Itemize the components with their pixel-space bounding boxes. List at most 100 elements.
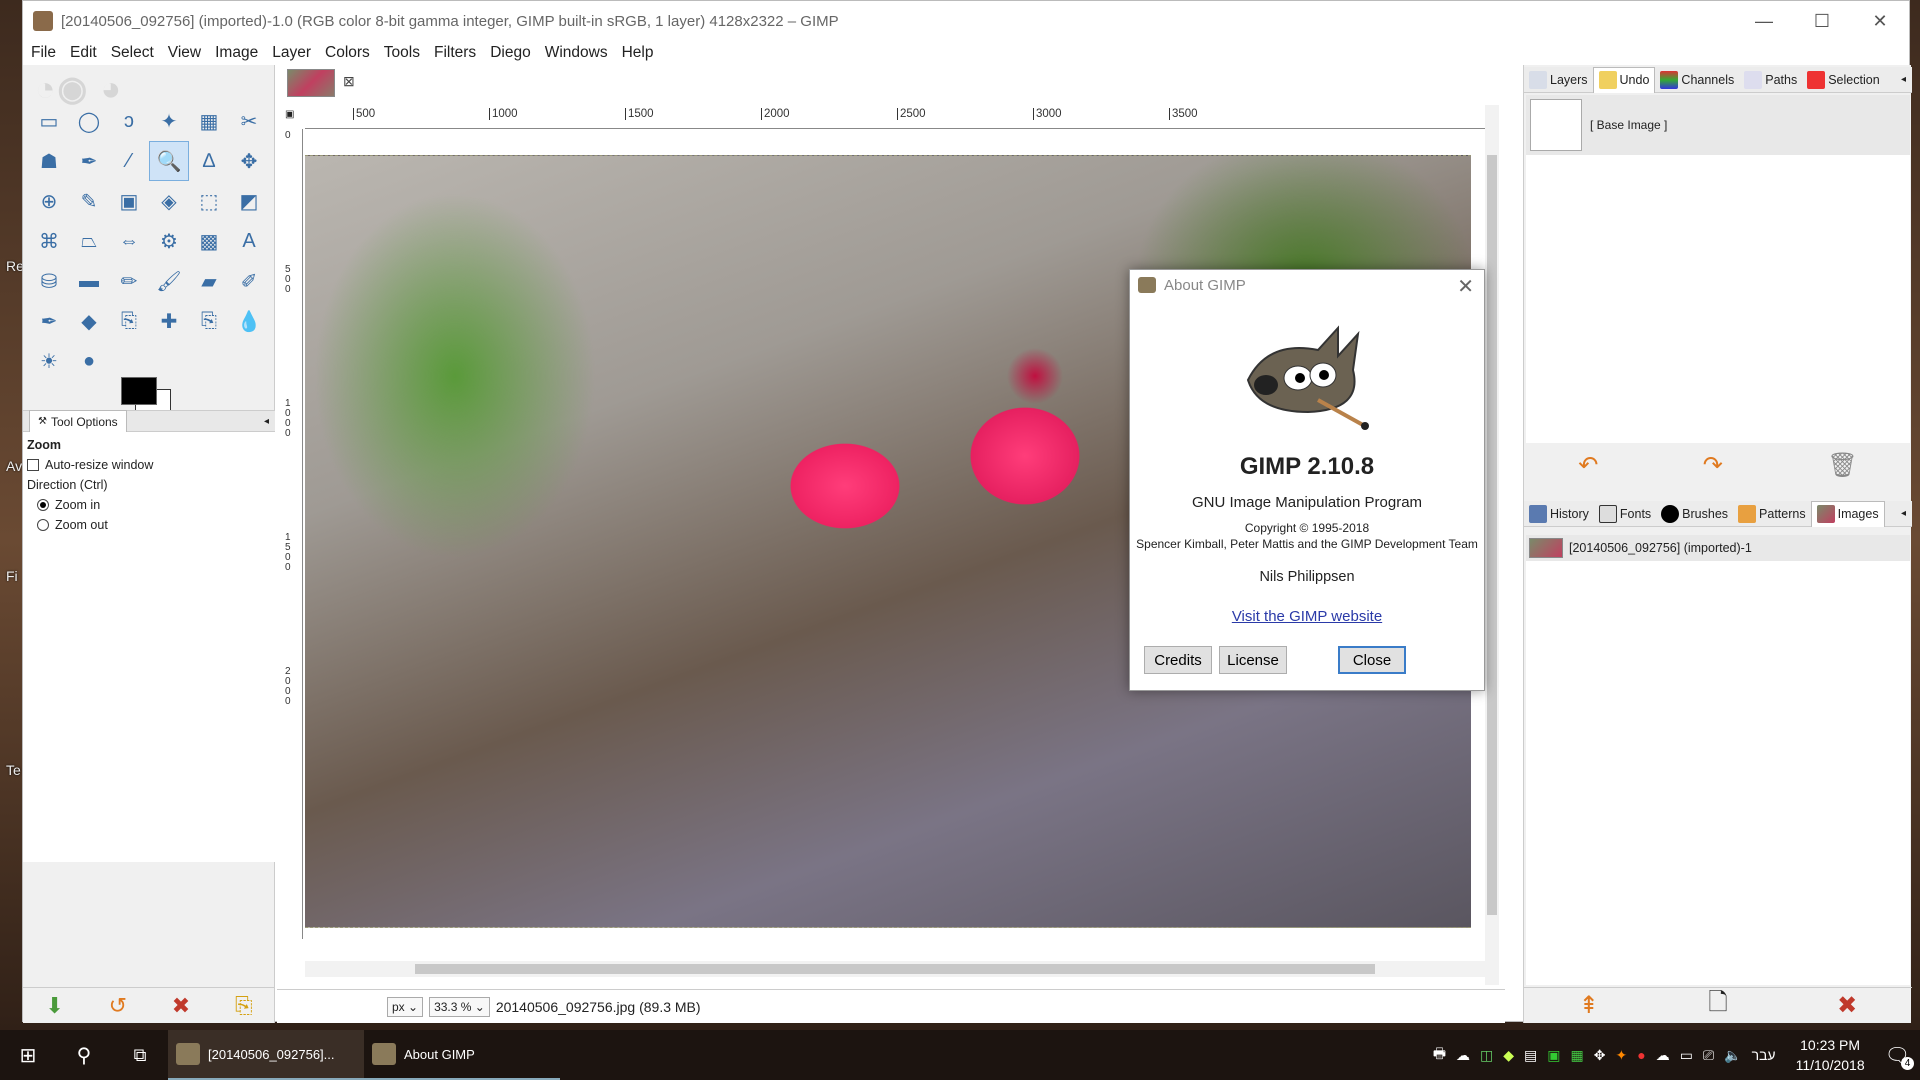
auto-resize-checkbox[interactable]: Auto-resize window xyxy=(27,458,271,472)
tool-crop-icon[interactable]: ✎ xyxy=(69,181,109,221)
menu-select[interactable]: Select xyxy=(111,44,154,62)
credits-button[interactable]: Credits xyxy=(1144,646,1212,674)
maximize-button[interactable]: ☐ xyxy=(1793,1,1851,41)
menu-diego[interactable]: Diego xyxy=(490,44,531,62)
delete-options-icon[interactable]: ✖ xyxy=(172,993,190,1019)
tool-shear-icon[interactable]: ◩ xyxy=(229,181,269,221)
tab-paths[interactable]: Paths xyxy=(1739,67,1802,93)
tab-channels[interactable]: Channels xyxy=(1655,67,1739,93)
tool-unified-transform-icon[interactable]: ▣ xyxy=(109,181,149,221)
clock[interactable]: 10:23 PM 11/10/2018 xyxy=(1796,1035,1865,1075)
hscroll-thumb[interactable] xyxy=(415,964,1375,974)
title-bar[interactable]: [20140506_092756] (imported)-1.0 (RGB co… xyxy=(23,1,1909,41)
close-dialog-icon[interactable]: ✕ xyxy=(1457,274,1474,299)
dock-menu-icon[interactable]: ◂ xyxy=(1901,74,1906,85)
foreground-color-swatch[interactable] xyxy=(121,377,157,405)
task-view-icon[interactable]: ⧉ xyxy=(112,1030,168,1080)
radio-off-icon[interactable] xyxy=(37,519,49,531)
tool-text-icon[interactable]: A xyxy=(229,221,269,261)
tool-mypaint-brush-icon[interactable]: ◆ xyxy=(69,301,109,341)
vscroll-thumb[interactable] xyxy=(1487,155,1497,915)
close-window-button[interactable]: ✕ xyxy=(1851,1,1909,41)
tool-paintbrush-icon[interactable]: 🖌 xyxy=(149,261,189,301)
menu-filters[interactable]: Filters xyxy=(434,44,476,62)
horizontal-scrollbar[interactable] xyxy=(305,961,1485,977)
tab-patterns[interactable]: Patterns xyxy=(1733,501,1811,527)
zoom-out-radio[interactable]: Zoom out xyxy=(27,518,271,532)
tool-zoom-icon[interactable]: 🔍 xyxy=(149,141,189,181)
antivirus-icon[interactable]: ● xyxy=(1637,1047,1645,1063)
minimize-button[interactable]: — xyxy=(1735,1,1793,41)
tool-perspective-clone-icon[interactable]: ⎘ xyxy=(189,301,229,341)
horizontal-ruler[interactable]: 500 1000 1500 2000 2500 3000 3500 xyxy=(305,105,1499,129)
taskbar-item-about[interactable]: About GIMP xyxy=(364,1030,560,1080)
tool-airbrush-icon[interactable]: ✐ xyxy=(229,261,269,301)
desktop-label[interactable]: Te xyxy=(6,762,21,778)
tab-brushes[interactable]: Brushes xyxy=(1656,501,1733,527)
tab-history[interactable]: History xyxy=(1524,501,1594,527)
dock-menu-icon[interactable]: ◂ xyxy=(1901,508,1906,519)
tool-blend-icon[interactable]: ▬ xyxy=(69,261,109,301)
tool-scale-icon[interactable]: ⬚ xyxy=(189,181,229,221)
tool-align-icon[interactable]: ⊕ xyxy=(29,181,69,221)
search-icon[interactable]: ⚲ xyxy=(56,1030,112,1080)
menu-tools[interactable]: Tools xyxy=(384,44,420,62)
tool-measure-icon[interactable]: ∆ xyxy=(189,141,229,181)
nvidia-icon[interactable]: ▣ xyxy=(1547,1047,1560,1064)
tool-foreground-select-icon[interactable]: ☗ xyxy=(29,141,69,181)
dropbox-icon[interactable]: ✥ xyxy=(1594,1047,1606,1064)
undo-item[interactable]: [ Base Image ] xyxy=(1526,95,1910,155)
clear-history-icon[interactable]: 🗑 xyxy=(1827,451,1857,480)
zoom-in-radio[interactable]: Zoom in xyxy=(27,498,271,512)
tool-ink-icon[interactable]: ✒ xyxy=(29,301,69,341)
image-list-item[interactable]: [20140506_092756] (imported)-1 xyxy=(1526,535,1910,561)
battery-icon[interactable]: ▭ xyxy=(1680,1047,1693,1064)
menu-layer[interactable]: Layer xyxy=(272,44,311,62)
tool-dodge-burn-icon[interactable]: ● xyxy=(69,341,109,381)
tool-scissors-icon[interactable]: ✂ xyxy=(229,101,269,141)
tool-flip-icon[interactable]: ⇔ xyxy=(109,221,149,261)
tool-smudge-icon[interactable]: 💧 xyxy=(229,301,269,341)
tool-rotate-icon[interactable]: ◈ xyxy=(149,181,189,221)
input-language[interactable]: עבר xyxy=(1752,1047,1776,1063)
tool-paths-icon[interactable]: ✒ xyxy=(69,141,109,181)
tool-warp-icon[interactable]: ▩ xyxy=(189,221,229,261)
radio-on-icon[interactable] xyxy=(37,499,49,511)
menu-help[interactable]: Help xyxy=(622,44,654,62)
tool-cage-transform-icon[interactable]: ⌘ xyxy=(29,221,69,261)
menu-file[interactable]: File xyxy=(31,44,56,62)
tab-selection[interactable]: Selection xyxy=(1802,67,1884,93)
tool-pencil-icon[interactable]: ✏ xyxy=(109,261,149,301)
tool-bucket-fill-icon[interactable]: ⛁ xyxy=(29,261,69,301)
taskbar-item-gimp[interactable]: [20140506_092756]... xyxy=(168,1030,364,1080)
wilber-drop-area[interactable]: ◔◉ ◕ xyxy=(35,69,265,108)
tool-color-select-icon[interactable]: ▦ xyxy=(189,101,229,141)
desktop-label[interactable]: Fi xyxy=(6,568,18,584)
image-tab-thumbnail[interactable] xyxy=(287,69,335,97)
tab-undo[interactable]: Undo xyxy=(1592,66,1656,93)
quick-mask-toggle[interactable]: ▣ xyxy=(285,109,294,120)
app-tray-icon[interactable]: ▤ xyxy=(1524,1047,1537,1064)
unit-select[interactable]: px ⌄ xyxy=(387,996,424,1017)
save-options-icon[interactable]: ⬇ xyxy=(45,993,63,1019)
menu-image[interactable]: Image xyxy=(215,44,258,62)
tool-fuzzy-select-icon[interactable]: ✦ xyxy=(149,101,189,141)
menu-windows[interactable]: Windows xyxy=(545,44,608,62)
tab-tool-options[interactable]: ⚒ Tool Options xyxy=(29,410,127,432)
tool-clone-icon[interactable]: ⎘ xyxy=(109,301,149,341)
printer-icon[interactable]: 🖶 xyxy=(1433,1043,1446,1067)
restore-options-icon[interactable]: ↺ xyxy=(109,993,127,1019)
redo-arrow-icon[interactable]: ↷ xyxy=(1703,451,1723,480)
tab-menu-icon[interactable]: ◂ xyxy=(264,416,269,427)
about-title-bar[interactable]: About GIMP ✕ xyxy=(1130,270,1484,300)
vertical-ruler[interactable]: 0 500 1000 1500 2000 xyxy=(283,129,303,939)
tab-images[interactable]: Images xyxy=(1810,500,1885,527)
tool-blur-icon[interactable]: ☀ xyxy=(29,341,69,381)
tool-free-select-icon[interactable]: ↄ xyxy=(109,101,149,141)
tab-layers[interactable]: Layers xyxy=(1524,67,1593,93)
app-tray-icon[interactable]: ◆ xyxy=(1503,1047,1514,1064)
menu-edit[interactable]: Edit xyxy=(70,44,97,62)
tool-ellipse-select-icon[interactable]: ◯ xyxy=(69,101,109,141)
app-tray-icon[interactable]: ✦ xyxy=(1615,1047,1627,1064)
tool-move-icon[interactable]: ✥ xyxy=(229,141,269,181)
